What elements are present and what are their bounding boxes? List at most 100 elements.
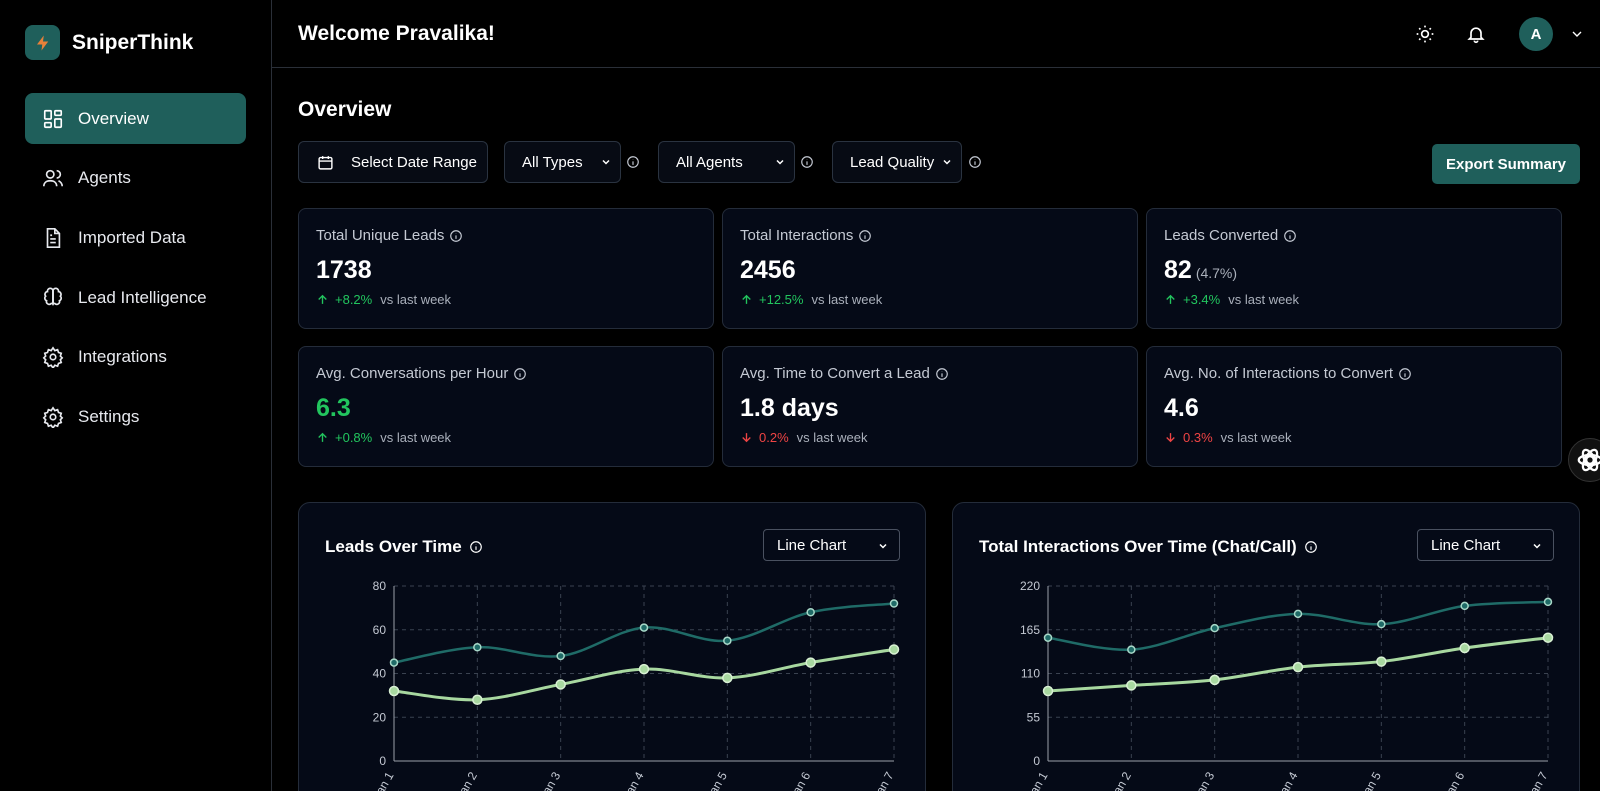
kpi-card: Avg. Conversations per Hour 6.3 +0.8% vs la… [298,346,714,467]
kpi-delta-row: +12.5% vs last week [740,292,1120,307]
kpi-compare: vs last week [796,430,868,445]
y-tick-label: 60 [373,623,387,637]
kpi-value-row: 4.6 [1164,394,1544,423]
info-icon[interactable] [626,155,640,169]
data-point [555,679,566,690]
chevron-down-icon [943,159,951,165]
arrow-up-icon [318,432,327,442]
kpi-title: Avg. Time to Convert a Lead [740,365,930,382]
x-tick-label: Jan 5 [703,769,730,791]
chevron-down-icon[interactable] [1569,26,1585,42]
avatar[interactable]: A [1519,17,1553,51]
info-icon[interactable] [858,229,872,243]
sidebar-item-label: Settings [78,406,140,426]
kpi-compare: vs last week [811,292,883,307]
chart-card-interactions: Total Interactions Over Time (Chat/Call)… [952,502,1580,791]
info-icon[interactable] [449,229,463,243]
data-point [472,694,483,705]
kpi-value: 4.6 [1164,394,1199,422]
kpi-value-row: 1.8 days [740,394,1120,423]
kpi-value-row: 1738 [316,256,696,285]
page-title: Overview [298,98,392,121]
kpi-title-row: Total Interactions [740,227,1120,244]
sidebar-item-integrations[interactable]: Integrations [25,332,246,383]
sidebar-item-overview[interactable]: Overview [25,93,246,144]
arrow-up-icon [318,294,327,304]
lead-quality-select-value: Lead Quality [850,153,935,171]
x-tick-label: Jan 7 [1524,769,1551,791]
kpi-delta-value: +8.2% [335,292,373,307]
kpi-value: 2456 [740,256,796,284]
agent-select[interactable]: All Agents [658,141,795,183]
data-point [1209,674,1220,686]
kpi-delta-row: +0.8% vs last week [316,430,696,445]
kpi-card: Avg. Time to Convert a Lead 1.8 days 0.2% v… [722,346,1138,467]
file-text-icon [46,227,61,248]
date-range-button[interactable]: Select Date Range [298,141,488,183]
x-tick-label: Jan 1 [370,769,397,791]
kpi-delta: 0.2% [740,430,789,445]
info-icon[interactable] [968,155,982,169]
kpi-delta: 0.3% [1164,430,1213,445]
kpi-title: Avg. No. of Interactions to Convert [1164,365,1394,382]
info-icon[interactable] [513,367,527,381]
info-icon[interactable] [935,367,949,381]
kpi-value-row: 2456 [740,256,1120,285]
data-point [723,636,732,645]
kpi-delta-value: 0.3% [1183,430,1213,445]
arrow-up-icon [742,294,751,304]
kpi-value-row: 82 (4.7%) [1164,256,1544,285]
sidebar-item-label: Integrations [78,347,167,367]
lead-quality-select[interactable]: Lead Quality [832,141,962,183]
data-point [1293,609,1303,619]
kpi-compare: vs last week [380,430,452,445]
lightning-icon [25,25,60,60]
info-icon[interactable] [800,155,814,169]
kpi-delta: +12.5% [740,292,803,307]
x-tick-label: Jan 2 [453,769,480,791]
kpi-title-row: Avg. Time to Convert a Lead [740,365,1120,382]
kpi-value: 1738 [316,256,372,284]
type-select-value: All Types [522,153,583,171]
x-tick-label: Jan 4 [620,769,647,791]
top-header: Welcome Pravalika! A [272,0,1600,68]
layout-dashboard-icon [43,109,63,128]
avatar-initial: A [1530,25,1542,43]
bell-icon[interactable] [1466,24,1486,44]
sun-icon[interactable] [1415,24,1435,44]
kpi-compare: vs last week [1220,430,1292,445]
calendar-icon [318,155,333,170]
info-icon[interactable] [1283,229,1297,243]
openai-icon [1577,448,1600,472]
sidebar-item-agents[interactable]: Agents [25,153,246,204]
kpi-title: Avg. Conversations per Hour [316,365,509,382]
sidebar-item-label: Imported Data [78,227,186,247]
sidebar-item-settings[interactable]: Settings [25,391,246,442]
data-point [806,608,815,617]
brand[interactable]: SniperThink [25,25,193,60]
data-point [1460,601,1469,611]
data-point [805,657,816,668]
kpi-title: Total Unique Leads [316,227,445,244]
y-tick-label: 165 [1020,623,1040,637]
kpi-card: Avg. No. of Interactions to Convert 4.6 0.… [1146,346,1562,467]
assistant-float-button[interactable] [1568,438,1600,482]
kpi-title-row: Avg. Conversations per Hour [316,365,696,382]
interactions-line-chart: 0 55 110 165 220 Jan 1 Jan 2 Jan 3 Jan 4 Jan 5 Jan… [1020,579,1554,791]
chart-card-leads: Leads Over Time Line Chart 0 20 40 60 80 Jan … [298,502,926,791]
kpi-title-row: Leads Converted [1164,227,1544,244]
type-select[interactable]: All Types [504,141,621,183]
y-tick-label: 80 [373,579,387,593]
kpi-card: Total Interactions 2456 +12.5% vs last week [722,208,1138,329]
x-tick-label: Jan 2 [1107,769,1134,791]
sidebar-item-lead-intelligence[interactable]: Lead Intelligence [25,272,246,323]
kpi-delta-row: +3.4% vs last week [1164,292,1544,307]
x-tick-label: Jan 3 [1190,769,1217,791]
info-icon[interactable] [1398,367,1412,381]
sidebar-item-imported-data[interactable]: Imported Data [25,212,246,263]
data-point [1042,685,1054,697]
data-point [1210,623,1219,633]
export-summary-button[interactable]: Export Summary [1432,144,1580,184]
agent-select-value: All Agents [676,153,743,171]
chevron-down-icon [776,159,784,165]
